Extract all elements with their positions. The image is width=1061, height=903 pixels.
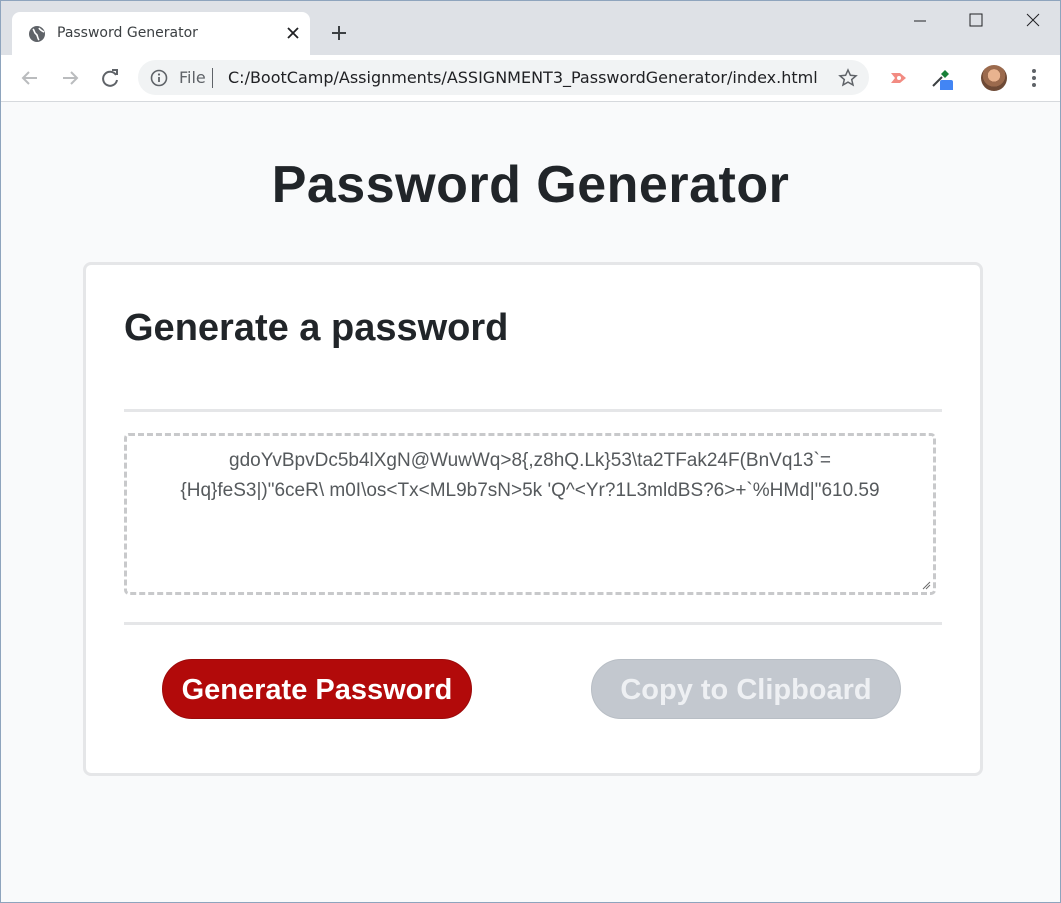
password-line: {Hq}feS3|)"6ceR\ m0I\os<Tx<ML9b7sN>5k 'Q… xyxy=(180,480,880,501)
page-content: Password Generator Generate a password g… xyxy=(1,102,1060,902)
maximize-icon[interactable] xyxy=(965,9,987,31)
resize-grip-icon[interactable] xyxy=(921,580,931,590)
url-text[interactable]: C:/BootCamp/Assignments/ASSIGNMENT3_Pass… xyxy=(228,68,818,87)
minimize-icon[interactable] xyxy=(909,9,931,31)
password-textarea[interactable]: gdoYvBpvDc5b4lXgN@WuwWq>8{,z8hQ.Lk}53\ta… xyxy=(124,433,936,595)
back-icon[interactable] xyxy=(18,66,42,90)
file-scheme-label: File xyxy=(179,68,206,87)
header-divider xyxy=(124,409,942,412)
page-title: Password Generator xyxy=(271,156,790,214)
more-icon[interactable] xyxy=(1022,66,1046,90)
address-bar[interactable]: File C:/BootCamp/Assignments/ASSIGNMENT3… xyxy=(138,60,869,95)
omnibox-separator xyxy=(212,68,213,88)
card-title: Generate a password xyxy=(124,307,509,349)
tab-title: Password Generator xyxy=(57,25,198,41)
star-icon[interactable] xyxy=(838,68,858,88)
tab-strip: Password Generator xyxy=(1,1,1060,55)
reload-icon[interactable] xyxy=(98,66,122,90)
password-line: gdoYvBpvDc5b4lXgN@WuwWq>8{,z8hQ.Lk}53\ta… xyxy=(229,450,831,471)
browser-window: Password Generator File C:/BootCamp/Assi… xyxy=(0,0,1061,903)
generator-card: Generate a password gdoYvBpvDc5b4lXgN@Wu… xyxy=(83,262,983,776)
extension-icon[interactable] xyxy=(887,66,911,90)
footer-divider xyxy=(124,622,942,625)
generate-password-button[interactable]: Generate Password xyxy=(162,659,472,719)
close-icon[interactable] xyxy=(284,24,302,42)
tab-password-generator[interactable]: Password Generator xyxy=(12,12,310,55)
eyedropper-icon[interactable] xyxy=(929,66,953,90)
browser-toolbar: File C:/BootCamp/Assignments/ASSIGNMENT3… xyxy=(1,55,1060,102)
new-tab-icon[interactable] xyxy=(329,23,349,43)
info-icon[interactable] xyxy=(150,69,168,87)
forward-icon[interactable] xyxy=(58,66,82,90)
globe-icon xyxy=(29,26,45,42)
window-close-icon[interactable] xyxy=(1022,9,1044,31)
profile-avatar[interactable] xyxy=(981,65,1007,91)
copy-to-clipboard-button[interactable]: Copy to Clipboard xyxy=(591,659,901,719)
